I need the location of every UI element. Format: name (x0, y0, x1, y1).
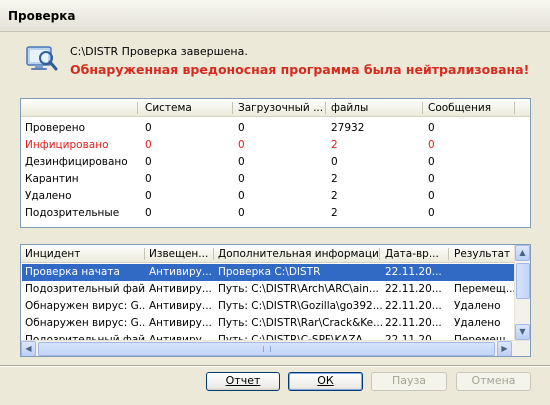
incident-row[interactable]: Подозрительный файл Антивиру... Путь: C:\D… (22, 281, 515, 298)
stats-cell: 2 (331, 207, 338, 219)
stats-cell: 0 (238, 122, 245, 134)
stats-cell: 0 (145, 139, 152, 151)
incident-cell: Антивиру... (149, 266, 212, 278)
stats-row-label: Дезинфицировано (25, 156, 128, 168)
scroll-left-button[interactable]: ◀ (21, 341, 36, 356)
stats-cell: 0 (145, 207, 152, 219)
incident-cell: Удалено (454, 300, 501, 312)
stats-cell: 0 (331, 156, 338, 168)
incidents-col-datetime[interactable]: Дата-вр... (385, 248, 447, 260)
incident-cell: Обнаружен вирус: G... (25, 300, 145, 312)
incidents-col-notified[interactable]: Извещен... (149, 248, 211, 260)
stats-cell: 2 (331, 190, 338, 202)
stats-cell: 0 (145, 156, 152, 168)
incidents-col-incident[interactable]: Инцидент (25, 248, 143, 260)
stats-row: Дезинфицировано 0 0 0 0 (21, 155, 530, 172)
stats-col-files[interactable]: файлы (331, 102, 419, 114)
incident-cell: Путь: C:\DISTR\Arch\ARC\ain... (218, 283, 379, 295)
stats-col-boot[interactable]: Загрузочный ... (238, 102, 326, 114)
stats-row-label: Проверено (25, 122, 86, 134)
incident-cell: 22.11.20... (385, 266, 442, 278)
incident-cell: Перемещ... (454, 283, 514, 295)
stats-row-label: Карантин (25, 173, 79, 185)
stats-cell: 0 (238, 156, 245, 168)
stats-row: Удалено 0 0 2 0 (21, 189, 530, 206)
scroll-down-button[interactable]: ▼ (515, 324, 530, 340)
stats-cell: 2 (331, 139, 338, 151)
incident-cell: 22.11.20... (385, 283, 442, 295)
threat-neutralized-alert: Обнаруженная вредоносная программа была … (70, 62, 530, 77)
scan-status-text: C:\DISTR Проверка завершена. (70, 45, 248, 58)
stats-cell: 27932 (331, 122, 365, 134)
stats-row-label: Подозрительные (25, 207, 120, 219)
stats-row: Подозрительные 0 0 2 0 (21, 206, 530, 223)
stats-cell: 0 (145, 190, 152, 202)
stats-cell: 0 (238, 173, 245, 185)
stats-cell: 0 (428, 190, 435, 202)
scroll-up-button[interactable]: ▲ (515, 245, 530, 261)
incident-cell: Обнаружен вирус: G... (25, 317, 145, 329)
incident-cell: Антивиру... (149, 317, 212, 329)
incidents-list[interactable]: Инцидент Извещен... Дополнительная инфор… (20, 244, 531, 357)
pause-button: Пауза (371, 372, 447, 391)
incident-cell: Антивиру... (149, 300, 212, 312)
incident-row[interactable]: Проверка начата Антивиру... Проверка C:\DI… (22, 264, 515, 281)
incident-cell: Путь: C:\DISTR\Rar\Crack&Ke... (218, 317, 382, 329)
incident-row[interactable]: Обнаружен вирус: G... Антивиру... Путь: C:… (22, 315, 515, 332)
stats-row: Проверено 0 0 27932 0 (21, 121, 530, 138)
vertical-scroll-thumb[interactable] (516, 263, 530, 299)
stats-row: Карантин 0 0 2 0 (21, 172, 530, 189)
stats-cell: 0 (428, 207, 435, 219)
stats-cell: 0 (145, 173, 152, 185)
incident-cell: Проверка начата (25, 266, 120, 278)
ok-button[interactable]: ОК (288, 372, 363, 391)
incident-cell: Подозрительный файл (25, 283, 145, 295)
stats-cell: 0 (428, 173, 435, 185)
scroll-right-button[interactable]: ▶ (497, 341, 512, 356)
stats-row-label: Удалено (25, 190, 72, 202)
stats-cell: 0 (238, 190, 245, 202)
scan-statistics-table: Система Загрузочный ... файлы Сообщения … (20, 98, 531, 228)
vertical-scrollbar[interactable]: ▲ ▼ (514, 245, 530, 341)
incidents-col-result[interactable]: Результат (454, 248, 514, 260)
incident-cell: Удалено (454, 317, 501, 329)
statistics-header: Система Загрузочный ... файлы Сообщения (21, 99, 530, 117)
stats-cell: 0 (428, 139, 435, 151)
stats-cell: 0 (145, 122, 152, 134)
horizontal-scrollbar[interactable]: ◀ ▶ (21, 340, 530, 356)
incident-row[interactable]: Обнаружен вирус: G... Антивиру... Путь: C:… (22, 298, 515, 315)
stats-cell: 0 (238, 139, 245, 151)
incidents-col-info[interactable]: Дополнительная информация (218, 248, 378, 260)
incidents-header: Инцидент Извещен... Дополнительная инфор… (21, 245, 516, 263)
incident-cell: 22.11.20... (385, 300, 442, 312)
scan-monitor-icon (26, 46, 58, 71)
stats-row-label: Инфицировано (25, 139, 109, 151)
footer-divider (0, 365, 550, 367)
stats-cell: 0 (428, 156, 435, 168)
horizontal-scroll-thumb[interactable] (38, 342, 495, 356)
incident-cell: Путь: C:\DISTR\Gozilla\go392.... (218, 300, 382, 312)
report-button[interactable]: Отчет (206, 372, 280, 391)
cancel-button: Отмена (456, 372, 531, 391)
incident-cell: Проверка C:\DISTR (218, 266, 321, 278)
stats-cell: 2 (331, 173, 338, 185)
stats-cell: 0 (428, 122, 435, 134)
incident-cell: 22.11.20... (385, 317, 442, 329)
title-bar: Проверка (0, 0, 550, 32)
window-title: Проверка (8, 9, 76, 23)
stats-row: Инфицировано 0 0 2 0 (21, 138, 530, 155)
stats-cell: 0 (238, 207, 245, 219)
stats-col-messages[interactable]: Сообщения (428, 102, 518, 114)
incident-cell: Антивиру... (149, 283, 212, 295)
stats-col-system[interactable]: Система (145, 102, 235, 114)
